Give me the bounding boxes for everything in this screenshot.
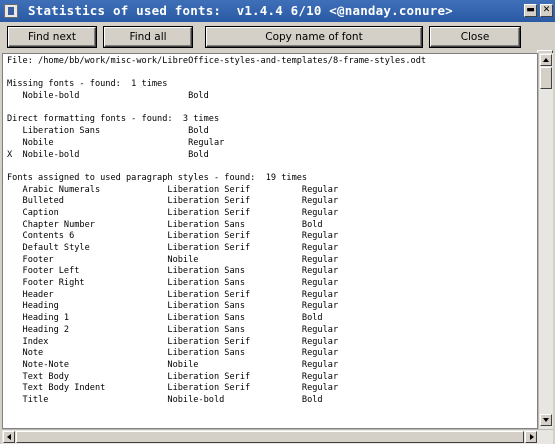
text-line: Missing fonts - found: 1 times bbox=[7, 79, 168, 90]
scroll-right-arrow-icon[interactable] bbox=[525, 431, 537, 443]
text-line: Liberation Sans Bold bbox=[7, 126, 209, 137]
text-line: Arabic Numerals Liberation Serif Regular bbox=[7, 184, 339, 195]
text-line bbox=[7, 68, 426, 80]
text-line: File: /home/bb/work/misc-work/LibreOffic… bbox=[7, 56, 427, 66]
text-line bbox=[7, 407, 426, 419]
text-line: Header Liberation Serif Regular bbox=[7, 289, 339, 300]
text-line bbox=[7, 418, 426, 428]
minimize-button[interactable]: ▬ bbox=[524, 4, 537, 17]
vertical-scroll-thumb[interactable] bbox=[540, 67, 552, 89]
button-bar: Find next Find all Copy name of font Clo… bbox=[0, 22, 555, 70]
scroll-up-arrow-icon[interactable] bbox=[540, 54, 552, 66]
text-line: Note-Note Nobile Regular bbox=[7, 359, 339, 370]
text-line: Heading Liberation Sans Regular bbox=[7, 301, 339, 312]
text-line: Caption Liberation Serif Regular bbox=[7, 207, 339, 218]
close-window-button[interactable]: ✕ bbox=[540, 4, 553, 17]
text-line: Note Liberation Sans Regular bbox=[7, 348, 339, 359]
find-next-button[interactable]: Find next bbox=[8, 27, 96, 47]
text-line: Nobile Regular bbox=[7, 137, 225, 148]
text-line: Heading 2 Liberation Sans Regular bbox=[7, 324, 339, 335]
text-line: Direct formatting fonts - found: 3 times bbox=[7, 114, 220, 125]
statistics-text-area[interactable]: File: /home/bb/work/misc-work/LibreOffic… bbox=[2, 53, 538, 429]
text-line bbox=[7, 103, 426, 115]
scroll-left-arrow-icon[interactable] bbox=[3, 431, 15, 443]
horizontal-scrollbar[interactable] bbox=[2, 429, 553, 444]
horizontal-scroll-thumb[interactable] bbox=[16, 431, 524, 443]
text-line: Title Nobile-bold Bold bbox=[7, 394, 323, 405]
scroll-down-arrow-icon[interactable] bbox=[540, 414, 552, 426]
text-line: Footer Nobile Regular bbox=[7, 254, 339, 265]
text-line: Index Liberation Serif Regular bbox=[7, 336, 339, 347]
find-all-button[interactable]: Find all bbox=[104, 27, 192, 47]
text-line: Contents 6 Liberation Serif Regular bbox=[7, 231, 339, 242]
copy-font-name-button[interactable]: Copy name of font bbox=[206, 27, 422, 47]
window-title: Statistics of used fonts: v1.4.4 6/10 <@… bbox=[28, 3, 453, 18]
text-line: Footer Left Liberation Sans Regular bbox=[7, 266, 339, 277]
statistics-lines: File: /home/bb/work/misc-work/LibreOffic… bbox=[7, 56, 427, 428]
title-bar[interactable]: Statistics of used fonts: v1.4.4 6/10 <@… bbox=[0, 0, 555, 22]
text-line: X Nobile-bold Bold bbox=[7, 149, 209, 160]
text-line: Text Body Liberation Serif Regular bbox=[7, 371, 339, 382]
text-line: Bulleted Liberation Serif Regular bbox=[7, 196, 339, 207]
close-button[interactable]: Close bbox=[430, 27, 520, 47]
text-line bbox=[7, 161, 426, 173]
text-line: Fonts assigned to used paragraph styles … bbox=[7, 172, 308, 183]
vertical-scrollbar[interactable] bbox=[538, 53, 553, 429]
text-line: Chapter Number Liberation Sans Bold bbox=[7, 219, 323, 230]
document-icon[interactable] bbox=[4, 4, 18, 18]
text-line: Nobile-bold Bold bbox=[7, 91, 209, 102]
text-line: Default Style Liberation Serif Regular bbox=[7, 243, 339, 253]
text-line: Footer Right Liberation Sans Regular bbox=[7, 278, 339, 289]
text-line: Heading 1 Liberation Sans Bold bbox=[7, 313, 323, 324]
font-statistics-window: Statistics of used fonts: v1.4.4 6/10 <@… bbox=[0, 0, 555, 444]
text-line: Text Body Indent Liberation Serif Regula… bbox=[7, 383, 339, 394]
